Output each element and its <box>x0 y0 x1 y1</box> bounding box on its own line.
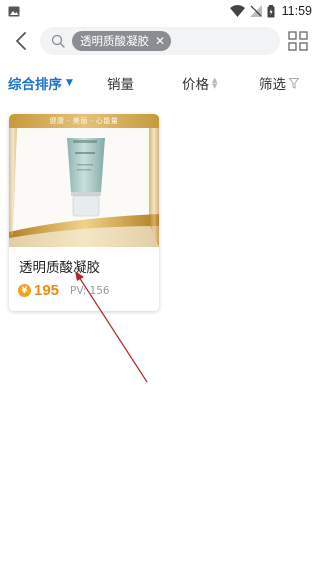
back-button[interactable] <box>8 26 34 56</box>
image-icon <box>8 6 20 16</box>
product-banner-text: 健康 · 美丽 · 心能量 <box>49 117 119 125</box>
close-icon[interactable]: ✕ <box>155 35 165 47</box>
tab-sales-label: 销量 <box>107 77 134 93</box>
status-bar: 11:59 <box>0 0 320 22</box>
search-keyword: 透明质酸凝胶 <box>80 34 149 48</box>
chevron-left-icon <box>16 32 26 50</box>
sort-bar: 综合排序 ▼ 销量 价格 ▲ ▼ 筛选 <box>0 66 320 100</box>
product-banner: 健康 · 美丽 · 心能量 <box>9 114 159 128</box>
product-card[interactable]: 健康 · 美丽 · 心能量 透明质酸凝胶 ¥ 195 PV: 156 <box>9 114 159 311</box>
wifi-icon <box>229 5 245 17</box>
signal-icon <box>249 5 262 17</box>
tab-filter-label: 筛选 <box>259 77 286 93</box>
tab-price[interactable]: 价格 ▲ ▼ <box>182 66 217 100</box>
tab-comprehensive-label: 综合排序 <box>8 77 62 93</box>
tab-price-label: 价格 <box>182 77 209 93</box>
caret-down-icon: ▼ <box>66 78 73 88</box>
tab-filter[interactable]: 筛选 <box>259 66 299 100</box>
product-pv: PV: 156 <box>70 284 110 297</box>
product-image[interactable]: 健康 · 美丽 · 心能量 <box>9 114 159 247</box>
product-price: 195 <box>34 282 60 299</box>
battery-icon <box>267 4 275 17</box>
currency-icon: ¥ <box>18 284 31 297</box>
layout-toggle-button[interactable] <box>288 31 310 53</box>
search-keyword-chip[interactable]: 透明质酸凝胶 ✕ <box>72 31 172 51</box>
status-time: 11:59 <box>281 4 312 18</box>
price-row: ¥ 195 PV: 156 <box>18 282 110 299</box>
product-title[interactable]: 透明质酸凝胶 <box>19 256 100 276</box>
grid-icon <box>288 31 308 51</box>
top-bar: 透明质酸凝胶 ✕ <box>0 26 320 56</box>
sort-arrows-icon: ▲ ▼ <box>212 76 218 90</box>
product-photo <box>9 114 159 247</box>
tab-sales[interactable]: 销量 <box>107 66 134 100</box>
funnel-icon <box>289 77 299 89</box>
search-icon <box>50 33 66 49</box>
search-input[interactable]: 透明质酸凝胶 ✕ <box>40 27 280 55</box>
tab-comprehensive-sort[interactable]: 综合排序 ▼ <box>8 66 73 100</box>
